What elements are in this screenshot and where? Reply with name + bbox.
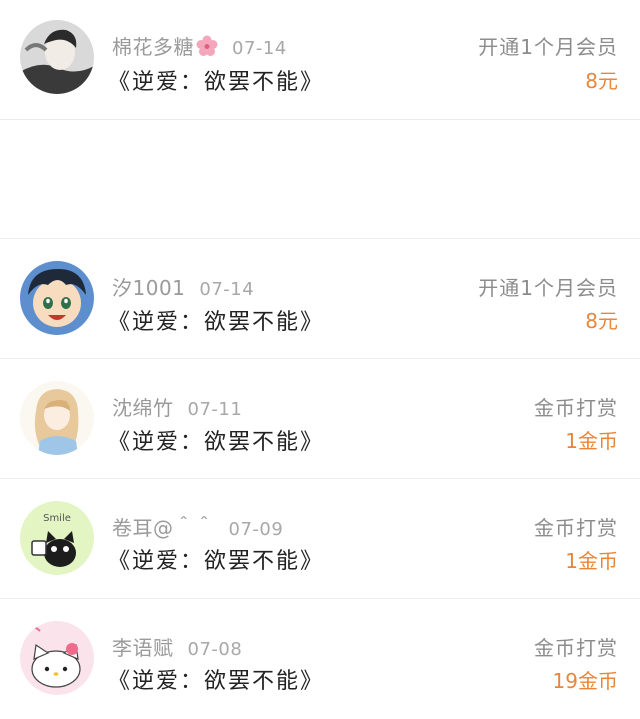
record-amount: 1金币: [565, 429, 618, 453]
avatar[interactable]: [20, 261, 94, 335]
portrait-man-icon: [20, 20, 94, 94]
cartoon-cat-icon: Smile: [20, 501, 94, 575]
record-amount: 8元: [585, 309, 618, 333]
book-title[interactable]: 《逆爱：欲罢不能》: [108, 543, 324, 575]
username[interactable]: 汐1001: [112, 276, 185, 300]
reward-record-list: 棉花多糖 07-14 《逆爱：欲罢不能》 开通1个月会员 8元 汐1001 07…: [0, 0, 640, 716]
record-date: 07-08: [187, 639, 243, 660]
book-title[interactable]: 《逆爱：欲罢不能》: [108, 663, 324, 695]
record-action: 开通1个月会员: [478, 35, 618, 59]
user-meta: 李语赋 07-08: [112, 632, 242, 661]
record-row[interactable]: 棉花多糖 07-14 《逆爱：欲罢不能》 开通1个月会员 8元: [0, 0, 640, 120]
record-date: 07-14: [199, 279, 255, 300]
avatar[interactable]: [20, 621, 94, 695]
book-title[interactable]: 《逆爱：欲罢不能》: [108, 64, 324, 96]
sketch-girl-icon: [20, 381, 94, 455]
record-row[interactable]: Smile 卷耳@＾＾ 07-09 《逆爱：欲罢不能》 金币打赏 1金币: [0, 479, 640, 599]
avatar[interactable]: Smile: [20, 501, 94, 575]
blank-space: [0, 120, 640, 238]
anime-boy-icon: [20, 261, 94, 335]
avatar[interactable]: [20, 20, 94, 94]
record-amount: 8元: [585, 69, 618, 93]
divider: [0, 238, 640, 239]
username[interactable]: 李语赋: [112, 636, 174, 660]
user-meta: 卷耳@＾＾ 07-09: [112, 512, 283, 541]
user-meta: 棉花多糖 07-14: [112, 31, 287, 60]
record-row[interactable]: 李语赋 07-08 《逆爱：欲罢不能》 金币打赏 19金币: [0, 599, 640, 719]
hello-kitty-icon: [20, 621, 94, 695]
record-row[interactable]: 沈绵竹 07-11 《逆爱：欲罢不能》 金币打赏 1金币: [0, 359, 640, 479]
record-amount: 19金币: [552, 669, 618, 693]
record-date: 07-09: [228, 519, 284, 540]
user-meta: 沈绵竹 07-11: [112, 392, 242, 421]
record-date: 07-14: [232, 38, 287, 59]
user-meta: 汐1001 07-14: [112, 272, 254, 301]
record-action: 金币打赏: [534, 516, 618, 540]
avatar[interactable]: [20, 381, 94, 455]
sakura-flower-icon: [196, 35, 218, 56]
book-title[interactable]: 《逆爱：欲罢不能》: [108, 304, 324, 336]
username[interactable]: 棉花多糖: [112, 35, 194, 59]
record-amount: 1金币: [565, 549, 618, 573]
username[interactable]: 沈绵竹: [112, 396, 174, 420]
username[interactable]: 卷耳@＾＾: [112, 516, 215, 540]
svg-text:Smile: Smile: [43, 513, 71, 524]
book-title[interactable]: 《逆爱：欲罢不能》: [108, 424, 324, 456]
record-date: 07-11: [187, 399, 243, 420]
record-action: 开通1个月会员: [478, 276, 618, 300]
record-row[interactable]: 汐1001 07-14 《逆爱：欲罢不能》 开通1个月会员 8元: [0, 240, 640, 360]
record-action: 金币打赏: [534, 636, 618, 660]
record-action: 金币打赏: [534, 396, 618, 420]
